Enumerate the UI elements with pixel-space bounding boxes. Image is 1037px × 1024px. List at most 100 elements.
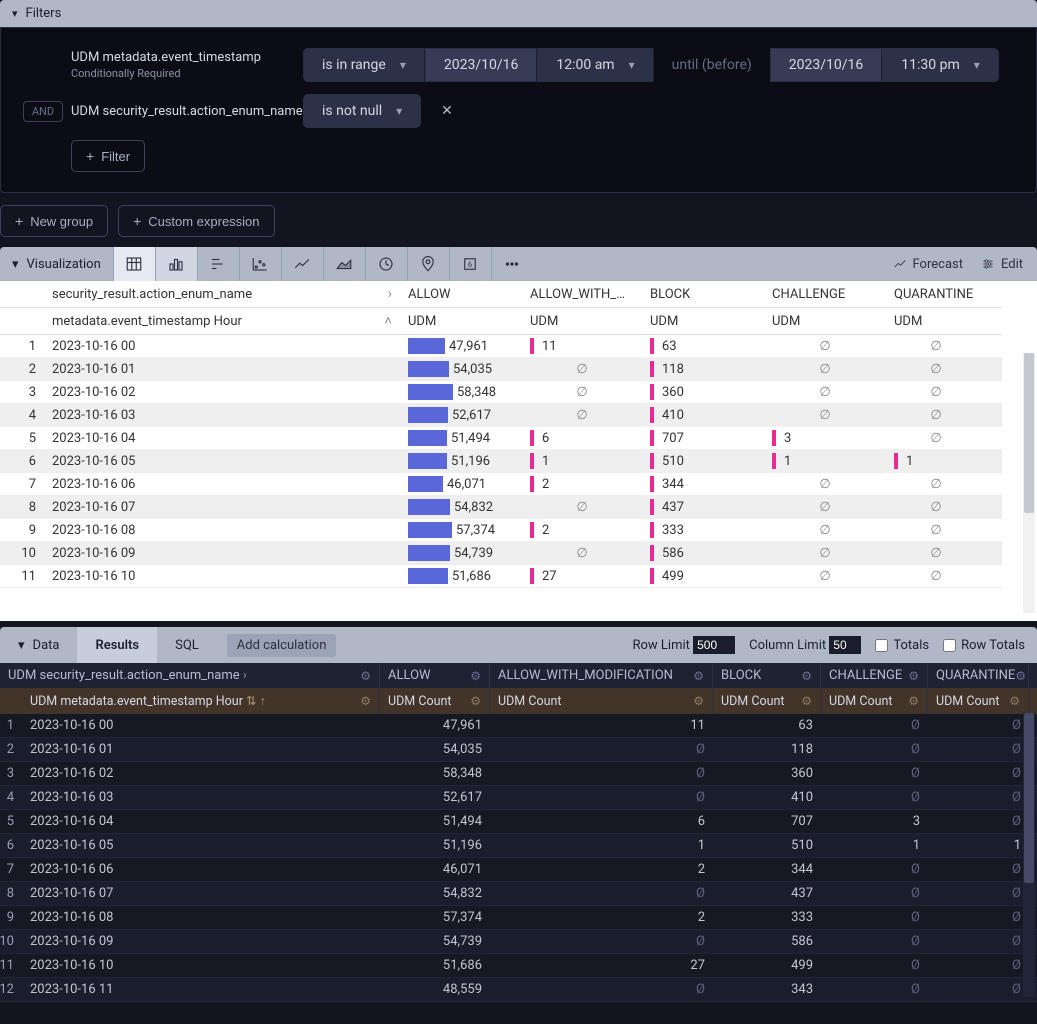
visualization-toolbar: ▾ Visualization 6 Forecast Edit xyxy=(0,247,1037,281)
row-limit-input[interactable] xyxy=(693,636,735,654)
table-cell xyxy=(986,450,1002,473)
table-cell: 8 xyxy=(0,882,22,906)
gear-icon[interactable]: ⚙ xyxy=(1009,694,1020,708)
filter-field-label: UDM security_result.action_enum_name xyxy=(71,104,303,119)
gear-icon[interactable]: ⚙ xyxy=(908,669,919,683)
column-icon[interactable] xyxy=(197,247,239,281)
gear-icon[interactable]: ⚙ xyxy=(801,669,812,683)
tab-sql[interactable]: SQL xyxy=(157,627,217,663)
area-icon[interactable] xyxy=(323,247,365,281)
custom-expression-button[interactable]: Custom expression xyxy=(118,205,274,237)
table-cell: 360 xyxy=(642,381,764,404)
col-limit-input[interactable] xyxy=(829,636,861,654)
date-from[interactable]: 2023/10/16 xyxy=(425,48,538,82)
table-cell: 7 xyxy=(0,473,44,496)
gear-icon[interactable]: ⚙ xyxy=(693,694,704,708)
table-cell: 333 xyxy=(713,906,821,930)
table-cell: 2023-10-16 10 xyxy=(22,954,380,978)
gear-icon[interactable]: ⚙ xyxy=(470,694,481,708)
add-filter-button[interactable]: Filter xyxy=(71,140,145,172)
totals-checkbox[interactable]: Totals xyxy=(875,638,929,653)
table-cell: 499 xyxy=(642,565,764,588)
table-cell: Ø xyxy=(821,954,928,978)
pivot-header[interactable]: security_result.action_enum_name› xyxy=(44,281,400,308)
table-cell: 6 xyxy=(490,810,713,834)
table-cell: 10 xyxy=(0,930,22,954)
gear-icon[interactable]: ⚙ xyxy=(908,694,919,708)
dim-header[interactable]: UDM metadata.event_timestamp Hour ⇅ ↑⚙ xyxy=(0,688,380,714)
dim-header[interactable]: metadata.event_timestamp Hour˄ xyxy=(44,308,400,335)
table-cell: ∅ xyxy=(886,358,986,381)
add-calculation-button[interactable]: Add calculation xyxy=(227,634,337,657)
table-cell: 2023-10-16 08 xyxy=(44,519,400,542)
table-cell: 63 xyxy=(713,714,821,738)
sub-udm: UDM xyxy=(400,308,522,335)
col-allow[interactable]: ALLOW⚙ xyxy=(380,663,490,688)
col-challenge[interactable]: CHALLENGE xyxy=(764,281,886,308)
col-quarantine[interactable]: QUARANTINE xyxy=(886,281,986,308)
col-block[interactable]: BLOCK⚙ xyxy=(713,663,821,688)
table-icon[interactable] xyxy=(113,247,155,281)
bar-chart-icon[interactable] xyxy=(155,247,197,281)
table-cell: ∅ xyxy=(522,496,642,519)
tab-results[interactable]: Results xyxy=(77,627,157,663)
table-cell: ∅ xyxy=(764,404,886,427)
scrollbar[interactable] xyxy=(1023,713,1035,997)
table-cell: Ø xyxy=(821,882,928,906)
more-icon[interactable] xyxy=(491,247,533,281)
line-icon[interactable] xyxy=(281,247,323,281)
col-block[interactable]: BLOCK xyxy=(642,281,764,308)
time-from[interactable]: 12:00 am xyxy=(537,48,653,82)
new-group-button[interactable]: New group xyxy=(0,205,108,237)
gear-icon[interactable]: ⚙ xyxy=(801,694,812,708)
svg-text:6: 6 xyxy=(468,260,472,269)
table-cell: Ø xyxy=(821,906,928,930)
table-cell: Ø xyxy=(490,978,713,1002)
visualization-header[interactable]: ▾ Visualization xyxy=(0,247,113,281)
gear-icon[interactable]: ⚙ xyxy=(470,669,481,683)
col-challenge[interactable]: CHALLENGE⚙ xyxy=(821,663,928,688)
time-to[interactable]: 11:30 pm xyxy=(882,48,999,82)
table-cell: Ø xyxy=(821,714,928,738)
close-icon[interactable]: ✕ xyxy=(435,103,459,119)
data-body: UDM security_result.action_enum_name ›⚙ … xyxy=(0,663,1037,1003)
table-cell: 1 xyxy=(928,834,1029,858)
col-allow-with[interactable]: ALLOW_WITH_… xyxy=(522,281,642,308)
table-cell: 7 xyxy=(0,858,22,882)
gear-icon[interactable]: ⚙ xyxy=(360,694,371,708)
table-cell: 11 xyxy=(0,954,22,978)
col-quarantine[interactable]: QUARANTINE⚙ xyxy=(928,663,1029,688)
timeline-icon[interactable] xyxy=(365,247,407,281)
date-to[interactable]: 2023/10/16 xyxy=(770,48,883,82)
scrollbar[interactable] xyxy=(1023,353,1035,613)
col-allow[interactable]: ALLOW xyxy=(400,281,522,308)
col-allow-with[interactable]: ALLOW_WITH_MODIFICATION⚙ xyxy=(490,663,713,688)
scatter-icon[interactable] xyxy=(239,247,281,281)
gear-icon[interactable]: ⚙ xyxy=(693,669,704,683)
table-cell: ∅ xyxy=(886,473,986,496)
map-pin-icon[interactable] xyxy=(407,247,449,281)
gear-icon[interactable]: ⚙ xyxy=(360,669,371,683)
filters-header[interactable]: ▾ Filters xyxy=(0,0,1037,27)
table-cell: 410 xyxy=(713,786,821,810)
table-cell: 10 xyxy=(0,542,44,565)
table-cell: 2023-10-16 00 xyxy=(44,335,400,358)
edit-button[interactable]: Edit xyxy=(981,257,1023,272)
single-value-icon[interactable]: 6 xyxy=(449,247,491,281)
table-cell: 333 xyxy=(642,519,764,542)
data-header[interactable]: ▾Data xyxy=(0,627,77,663)
table-cell: Ø xyxy=(928,930,1029,954)
table-cell: 510 xyxy=(642,450,764,473)
table-cell: Ø xyxy=(928,738,1029,762)
pivot-header[interactable]: UDM security_result.action_enum_name ›⚙ xyxy=(0,663,380,688)
sub-header: UDM Count⚙ xyxy=(490,688,713,714)
forecast-button[interactable]: Forecast xyxy=(893,257,963,272)
table-cell: 51,494 xyxy=(380,810,490,834)
operator-select[interactable]: is in range xyxy=(303,48,425,82)
row-totals-checkbox[interactable]: Row Totals xyxy=(943,638,1025,653)
table-cell: 118 xyxy=(713,738,821,762)
table-cell xyxy=(986,427,1002,450)
gear-icon[interactable]: ⚙ xyxy=(1015,669,1026,683)
operator-select-2[interactable]: is not null xyxy=(303,94,421,128)
table-cell: 510 xyxy=(713,834,821,858)
